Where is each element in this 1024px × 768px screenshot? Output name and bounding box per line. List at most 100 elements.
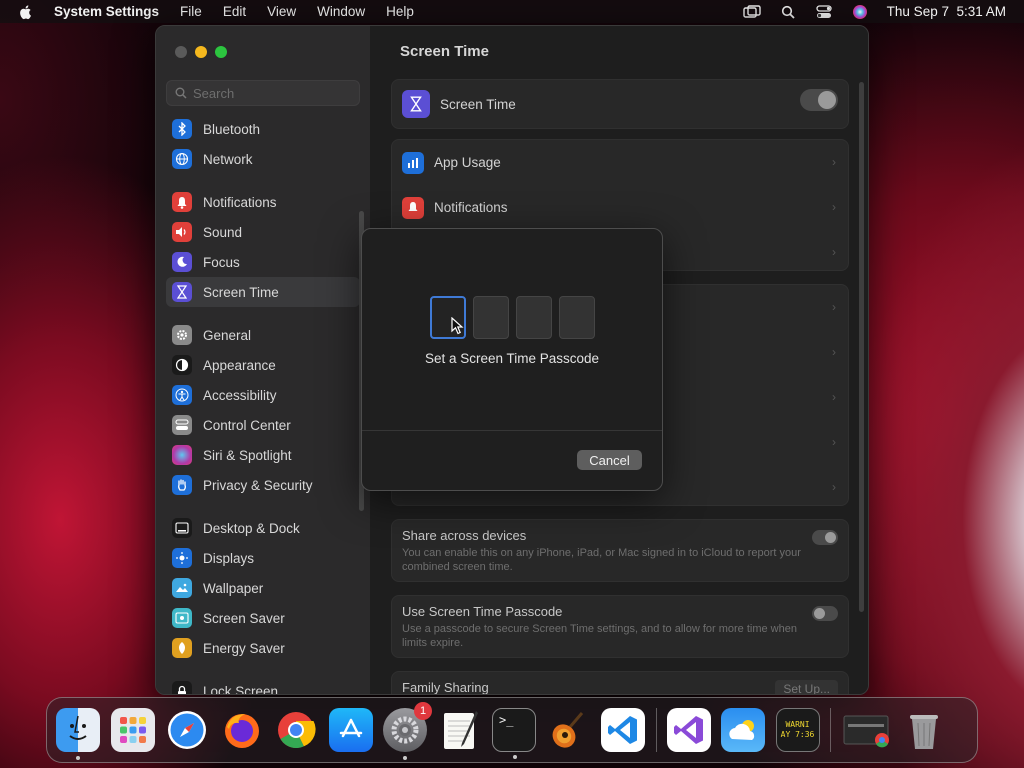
zoom-button[interactable]: [215, 46, 227, 58]
chart-icon: [402, 151, 424, 174]
passcode-toggle[interactable]: [812, 606, 838, 621]
sidebar-item-screen-time[interactable]: Screen Time: [166, 277, 360, 307]
siri-icon[interactable]: [851, 4, 869, 19]
sidebar-item-label: Accessibility: [203, 387, 277, 403]
sidebar-item-sound[interactable]: Sound: [166, 217, 360, 247]
setup-button[interactable]: Set Up...: [775, 680, 838, 694]
sidebar-item-screen-saver[interactable]: Screen Saver: [166, 603, 360, 633]
sidebar-item-network[interactable]: Network: [166, 144, 360, 174]
notifications-row[interactable]: Notifications ›: [392, 185, 848, 230]
close-button[interactable]: [175, 46, 187, 58]
dock-launchpad[interactable]: [110, 708, 155, 752]
sidebar-item-label: Focus: [203, 254, 240, 270]
search-input[interactable]: Search: [166, 80, 360, 106]
menu-window[interactable]: Window: [317, 4, 365, 19]
share-description: You can enable this on any iPhone, iPad,…: [402, 547, 801, 573]
appearance-icon: [172, 355, 192, 375]
passcode-digit-3[interactable]: [516, 296, 552, 339]
share-toggle[interactable]: [812, 530, 838, 545]
sidebar-item-label: Screen Saver: [203, 610, 285, 626]
menu-file[interactable]: File: [180, 4, 202, 19]
sidebar-item-siri-spotlight[interactable]: Siri & Spotlight: [166, 440, 360, 470]
apple-menu-icon[interactable]: [18, 4, 34, 20]
passcode-digit-4[interactable]: [559, 296, 595, 339]
sidebar-item-bluetooth[interactable]: Bluetooth: [166, 114, 360, 144]
finder-icon: [69, 715, 87, 740]
sidebar-item-appearance[interactable]: Appearance: [166, 350, 360, 380]
chevron-right-icon: ›: [832, 245, 836, 259]
dock-system-settings[interactable]: 1: [383, 702, 432, 760]
screen-time-toggle[interactable]: [800, 89, 838, 111]
sidebar-item-desktop-dock[interactable]: Desktop & Dock: [166, 513, 360, 543]
passcode-digit-2[interactable]: [473, 296, 509, 339]
sidebar-item-accessibility[interactable]: Accessibility: [166, 380, 360, 410]
spotlight-search-icon[interactable]: [779, 5, 797, 19]
siri-icon: [172, 445, 192, 465]
sidebar-item-wallpaper[interactable]: Wallpaper: [166, 573, 360, 603]
family-card: Family Sharing Set Up...: [391, 671, 849, 694]
dock-chrome[interactable]: [274, 708, 318, 752]
minimize-button[interactable]: [195, 46, 207, 58]
sidebar-item-label: Sound: [203, 224, 243, 240]
dock-minimized-window[interactable]: [841, 708, 891, 752]
dock-safari[interactable]: [165, 708, 209, 752]
content-scrollbar[interactable]: [859, 82, 864, 612]
chevron-right-icon: ›: [832, 300, 836, 314]
chevron-right-icon: ›: [832, 155, 836, 169]
sidebar-item-label: Desktop & Dock: [203, 520, 300, 536]
menu-edit[interactable]: Edit: [223, 4, 246, 19]
bell-icon: [172, 192, 192, 212]
screen-time-card: Screen Time: [391, 79, 849, 129]
dock-console[interactable]: WARNI AY 7:36: [775, 708, 820, 752]
globe-icon: [172, 149, 192, 169]
sidebar-item-notifications[interactable]: Notifications: [166, 187, 360, 217]
dock-vscode[interactable]: [601, 708, 645, 752]
dock-terminal[interactable]: >_: [492, 708, 536, 759]
dock-trash[interactable]: [902, 708, 946, 752]
sidebar-item-lock-screen[interactable]: Lock Screen: [166, 676, 360, 694]
dock-weather[interactable]: [721, 708, 765, 752]
sidebar-item-label: Displays: [203, 550, 255, 566]
running-indicator: [513, 755, 517, 759]
dock: 1 >_ WARNI AY 7:36: [46, 697, 978, 763]
chevron-right-icon: ›: [832, 390, 836, 404]
passcode-dialog: Set a Screen Time Passcode Cancel: [361, 228, 663, 491]
bell-icon: [402, 196, 424, 219]
firefox-icon: [224, 714, 259, 748]
screen-time-toggle-row: Screen Time: [392, 80, 848, 128]
dock-firefox[interactable]: [220, 708, 264, 752]
speaker-icon: [172, 222, 192, 242]
vscode-icon: [608, 716, 637, 744]
app-usage-row[interactable]: App Usage ›: [392, 140, 848, 185]
menu-view[interactable]: View: [267, 4, 296, 19]
sidebar-item-control-center[interactable]: Control Center: [166, 410, 360, 440]
passcode-title: Use Screen Time Passcode: [402, 604, 563, 619]
control-center-icon[interactable]: [815, 4, 833, 19]
divider: [362, 430, 662, 431]
sidebar-item-energy-saver[interactable]: Energy Saver: [166, 633, 360, 663]
menu-clock[interactable]: Thu Sep 7 5:31 AM: [887, 4, 1006, 19]
page-title: Screen Time: [400, 43, 489, 60]
menu-app-name[interactable]: System Settings: [54, 4, 159, 19]
sidebar-item-label: Control Center: [203, 417, 291, 433]
dock-finder[interactable]: [56, 708, 100, 760]
cancel-button[interactable]: Cancel: [577, 450, 642, 470]
lock-icon: [172, 681, 192, 694]
sidebar-item-label: Notifications: [203, 194, 277, 210]
sidebar-item-focus[interactable]: Focus: [166, 247, 360, 277]
dock-app-store[interactable]: [328, 708, 373, 752]
sidebar-item-general[interactable]: General: [166, 320, 360, 350]
dock-separator: [655, 708, 657, 752]
guitar-icon: [552, 712, 583, 748]
settings-gear-icon: [391, 716, 419, 744]
dock-garageband[interactable]: [547, 708, 591, 752]
menu-help[interactable]: Help: [386, 4, 414, 19]
sidebar-item-privacy-security[interactable]: Privacy & Security: [166, 470, 360, 500]
sidebar-item-label: Privacy & Security: [203, 477, 313, 493]
sidebar-item-displays[interactable]: Displays: [166, 543, 360, 573]
dock-textedit[interactable]: [438, 708, 482, 752]
dock-visual-studio[interactable]: [666, 708, 711, 752]
screen-mirroring-icon[interactable]: [742, 4, 761, 19]
app-store-icon: [339, 718, 362, 738]
notifications-label: Notifications: [434, 200, 508, 215]
